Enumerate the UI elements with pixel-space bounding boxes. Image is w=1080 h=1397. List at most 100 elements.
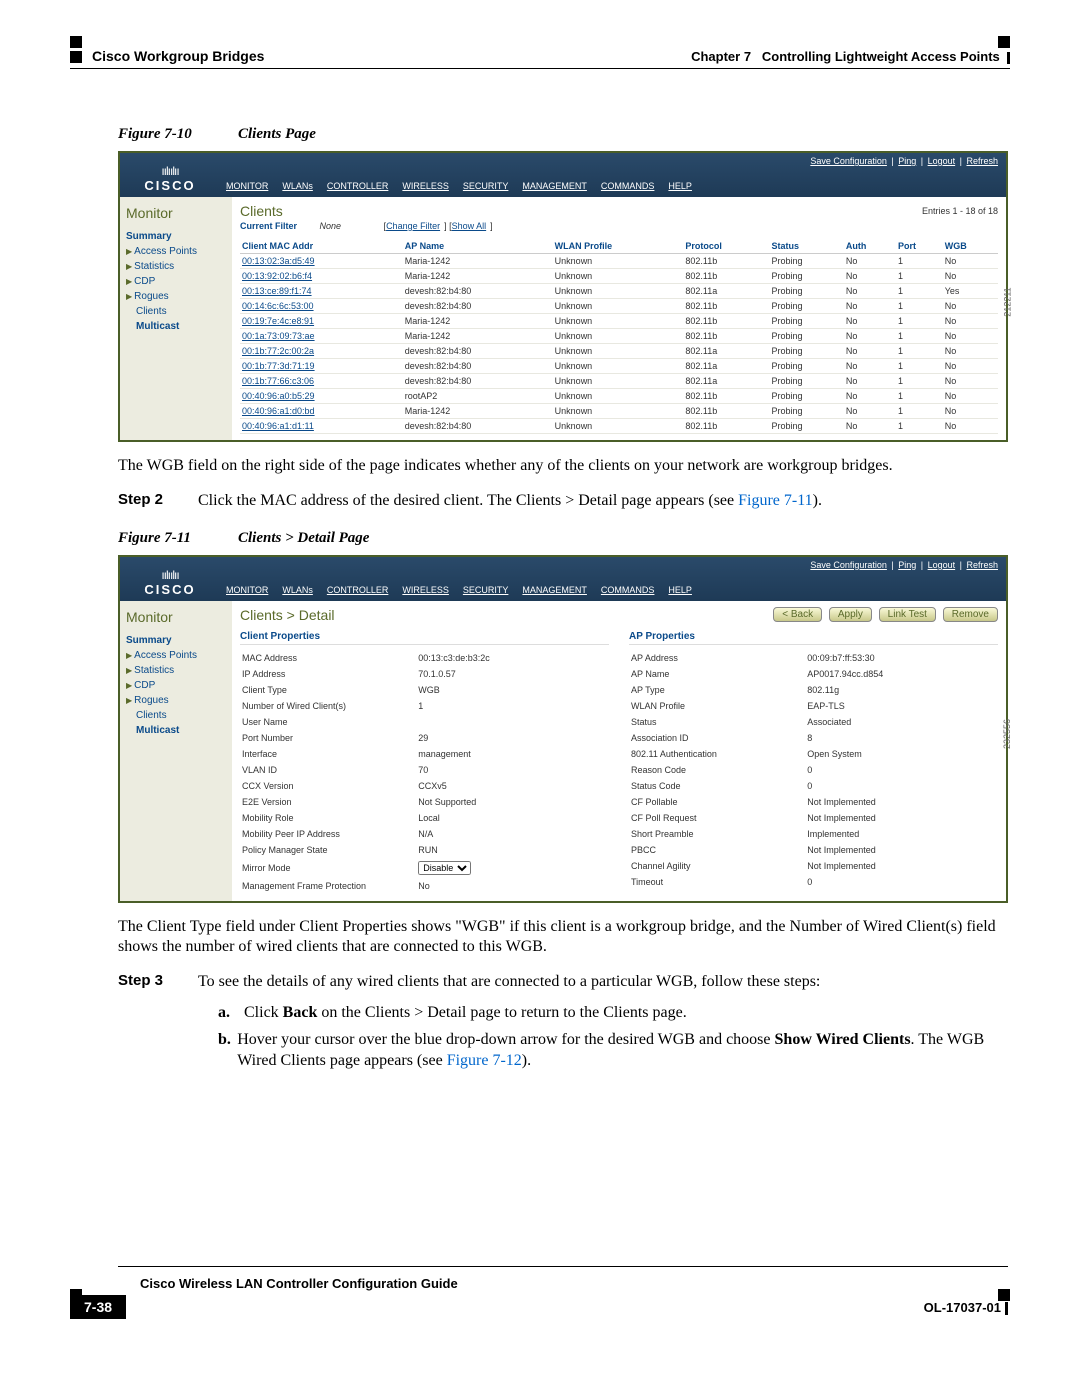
table-row: 00:1a:73:09:73:aeMaria-1242Unknown802.11… xyxy=(240,329,998,344)
sidebar-summary[interactable]: Summary xyxy=(126,229,226,244)
nav-security[interactable]: SECURITY xyxy=(463,181,509,191)
chapter-title: Controlling Lightweight Access Points xyxy=(762,49,1000,64)
client-props-header: Client Properties xyxy=(240,631,609,645)
figure-caption-2: Figure 7-11Clients > Detail Page xyxy=(118,530,1008,547)
apply-button[interactable]: Apply xyxy=(829,607,872,622)
mac-link[interactable]: 00:40:96:a1:d1:11 xyxy=(240,419,403,434)
link-save-config-2[interactable]: Save Configuration xyxy=(810,560,887,570)
linktest-button[interactable]: Link Test xyxy=(879,607,936,622)
remove-button[interactable]: Remove xyxy=(943,607,998,622)
top-links-2: Save Configuration | Ping | Logout | Ref… xyxy=(808,560,1000,570)
nav-management[interactable]: MANAGEMENT xyxy=(522,181,587,191)
table-row: 00:14:6c:6c:53:00devesh:82:b4:80Unknown8… xyxy=(240,299,998,314)
entries-count: Entries 1 - 18 of 18 xyxy=(922,206,998,216)
nav-monitor[interactable]: MONITOR xyxy=(226,181,268,191)
col-auth: Auth xyxy=(844,239,896,254)
mac-link[interactable]: 00:19:7e:4c:e8:91 xyxy=(240,314,403,329)
page-number: 7-38 xyxy=(70,1295,126,1319)
col-proto: Protocol xyxy=(683,239,769,254)
mac-link[interactable]: 00:1a:73:09:73:ae xyxy=(240,329,403,344)
chapter-num: Chapter 7 xyxy=(691,49,751,64)
substep-a: a.Click Back on the Clients > Detail pag… xyxy=(218,1003,1008,1024)
sidebar-access-points[interactable]: ▶Access Points xyxy=(126,244,226,259)
link-ping[interactable]: Ping xyxy=(898,156,916,166)
table-row: 00:40:96:a1:d1:11devesh:82:b4:80Unknown8… xyxy=(240,419,998,434)
sidebar-title: Monitor xyxy=(126,205,226,221)
client-props-table: MAC Address00:13:c3:de:b3:2cIP Address70… xyxy=(240,649,609,895)
nav-wireless[interactable]: WIRELESS xyxy=(402,181,449,191)
col-status: Status xyxy=(769,239,843,254)
section-title: Cisco Workgroup Bridges xyxy=(92,48,264,64)
back-button[interactable]: < Back xyxy=(773,607,822,622)
link-logout-2[interactable]: Logout xyxy=(928,560,956,570)
image-number-2: 232556 xyxy=(1002,719,1012,749)
mac-link[interactable]: 00:40:96:a1:d0:bd xyxy=(240,404,403,419)
link-show-all[interactable]: Show All xyxy=(452,221,487,231)
col-wgb: WGB xyxy=(943,239,998,254)
link-refresh[interactable]: Refresh xyxy=(966,156,998,166)
screenshot-detail-page: Save Configuration | Ping | Logout | Ref… xyxy=(118,555,1008,903)
nav-bar-2: MONITORWLANs CONTROLLERWIRELESS SECURITY… xyxy=(220,585,1006,601)
figref-7-12[interactable]: Figure 7-12 xyxy=(447,1052,522,1069)
mac-link[interactable]: 00:1b:77:2c:00:2a xyxy=(240,344,403,359)
mac-link[interactable]: 00:14:6c:6c:53:00 xyxy=(240,299,403,314)
ap-props-table: AP Address00:09:b7:ff:53:30AP NameAP0017… xyxy=(629,649,998,891)
mirror-mode-select[interactable]: Disable xyxy=(418,861,471,875)
sidebar-rogues[interactable]: ▶Rogues xyxy=(126,289,226,304)
nav-help[interactable]: HELP xyxy=(668,181,692,191)
cisco-logo: ıılıılııCISCO xyxy=(120,164,220,197)
table-row: 00:13:92:02:b6:f4Maria-1242Unknown802.11… xyxy=(240,269,998,284)
top-links: Save Configuration | Ping | Logout | Ref… xyxy=(808,156,1000,166)
detail-title: Clients > Detail xyxy=(240,607,335,623)
link-ping-2[interactable]: Ping xyxy=(898,560,916,570)
page-header: Cisco Workgroup Bridges Chapter 7 Contro… xyxy=(70,48,1010,69)
image-number-1: 212211 xyxy=(1002,287,1012,316)
col-wlan: WLAN Profile xyxy=(553,239,684,254)
mac-link[interactable]: 00:13:92:02:b6:f4 xyxy=(240,269,403,284)
sidebar-cdp[interactable]: ▶CDP xyxy=(126,274,226,289)
sidebar-clients[interactable]: Clients xyxy=(126,304,226,319)
clients-table: Client MAC Addr AP Name WLAN Profile Pro… xyxy=(240,239,998,434)
link-save-config[interactable]: Save Configuration xyxy=(810,156,887,166)
cisco-logo-2: ıılıılııCISCO xyxy=(120,568,220,601)
step-2: Step 2 Click the MAC address of the desi… xyxy=(118,491,1008,512)
page-title: Clients xyxy=(240,203,283,219)
link-change-filter[interactable]: Change Filter xyxy=(386,221,440,231)
filter-row: Current Filter None [Change Filter] [Sho… xyxy=(240,221,998,231)
mac-link[interactable]: 00:13:02:3a:d5:49 xyxy=(240,254,403,269)
doc-number: OL-17037-01 xyxy=(924,1300,1008,1315)
nav-commands[interactable]: COMMANDS xyxy=(601,181,655,191)
table-row: 00:13:02:3a:d5:49Maria-1242Unknown802.11… xyxy=(240,254,998,269)
link-logout[interactable]: Logout xyxy=(928,156,956,166)
figure-caption-1: Figure 7-10Clients Page xyxy=(118,126,1008,143)
footer-guide-title: Cisco Wireless LAN Controller Configurat… xyxy=(140,1276,458,1291)
table-row: 00:40:96:a1:d0:bdMaria-1242Unknown802.11… xyxy=(240,404,998,419)
col-ap: AP Name xyxy=(403,239,553,254)
table-row: 00:1b:77:66:c3:06devesh:82:b4:80Unknown8… xyxy=(240,374,998,389)
nav-controller[interactable]: CONTROLLER xyxy=(327,181,389,191)
col-port: Port xyxy=(896,239,943,254)
table-row: 00:1b:77:2c:00:2adevesh:82:b4:80Unknown8… xyxy=(240,344,998,359)
table-row: 00:19:7e:4c:e8:91Maria-1242Unknown802.11… xyxy=(240,314,998,329)
col-mac: Client MAC Addr xyxy=(240,239,403,254)
figref-7-11[interactable]: Figure 7-11 xyxy=(738,492,813,509)
mac-link[interactable]: 00:1b:77:66:c3:06 xyxy=(240,374,403,389)
screenshot-clients-page: Save Configuration | Ping | Logout | Ref… xyxy=(118,151,1008,442)
sidebar: Monitor Summary ▶Access Points ▶Statisti… xyxy=(120,197,232,440)
mac-link[interactable]: 00:1b:77:3d:71:19 xyxy=(240,359,403,374)
para-client-type: The Client Type field under Client Prope… xyxy=(118,917,1008,959)
step-3: Step 3 To see the details of any wired c… xyxy=(118,972,1008,993)
substep-b: b.Hover your cursor over the blue drop-d… xyxy=(218,1030,1008,1072)
mac-link[interactable]: 00:13:ce:89:f1:74 xyxy=(240,284,403,299)
sidebar-statistics[interactable]: ▶Statistics xyxy=(126,259,226,274)
nav-bar: MONITOR WLANs CONTROLLER WIRELESS SECURI… xyxy=(220,181,1006,197)
ap-props-header: AP Properties xyxy=(629,631,998,645)
mac-link[interactable]: 00:40:96:a0:b5:29 xyxy=(240,389,403,404)
nav-wlans[interactable]: WLANs xyxy=(282,181,313,191)
link-refresh-2[interactable]: Refresh xyxy=(966,560,998,570)
sidebar-2: Monitor Summary ▶Access Points ▶Statisti… xyxy=(120,601,232,901)
sidebar-multicast[interactable]: Multicast xyxy=(126,319,226,334)
para-wgb-explain: The WGB field on the right side of the p… xyxy=(118,456,1008,477)
table-row: 00:1b:77:3d:71:19devesh:82:b4:80Unknown8… xyxy=(240,359,998,374)
table-row: 00:13:ce:89:f1:74devesh:82:b4:80Unknown8… xyxy=(240,284,998,299)
